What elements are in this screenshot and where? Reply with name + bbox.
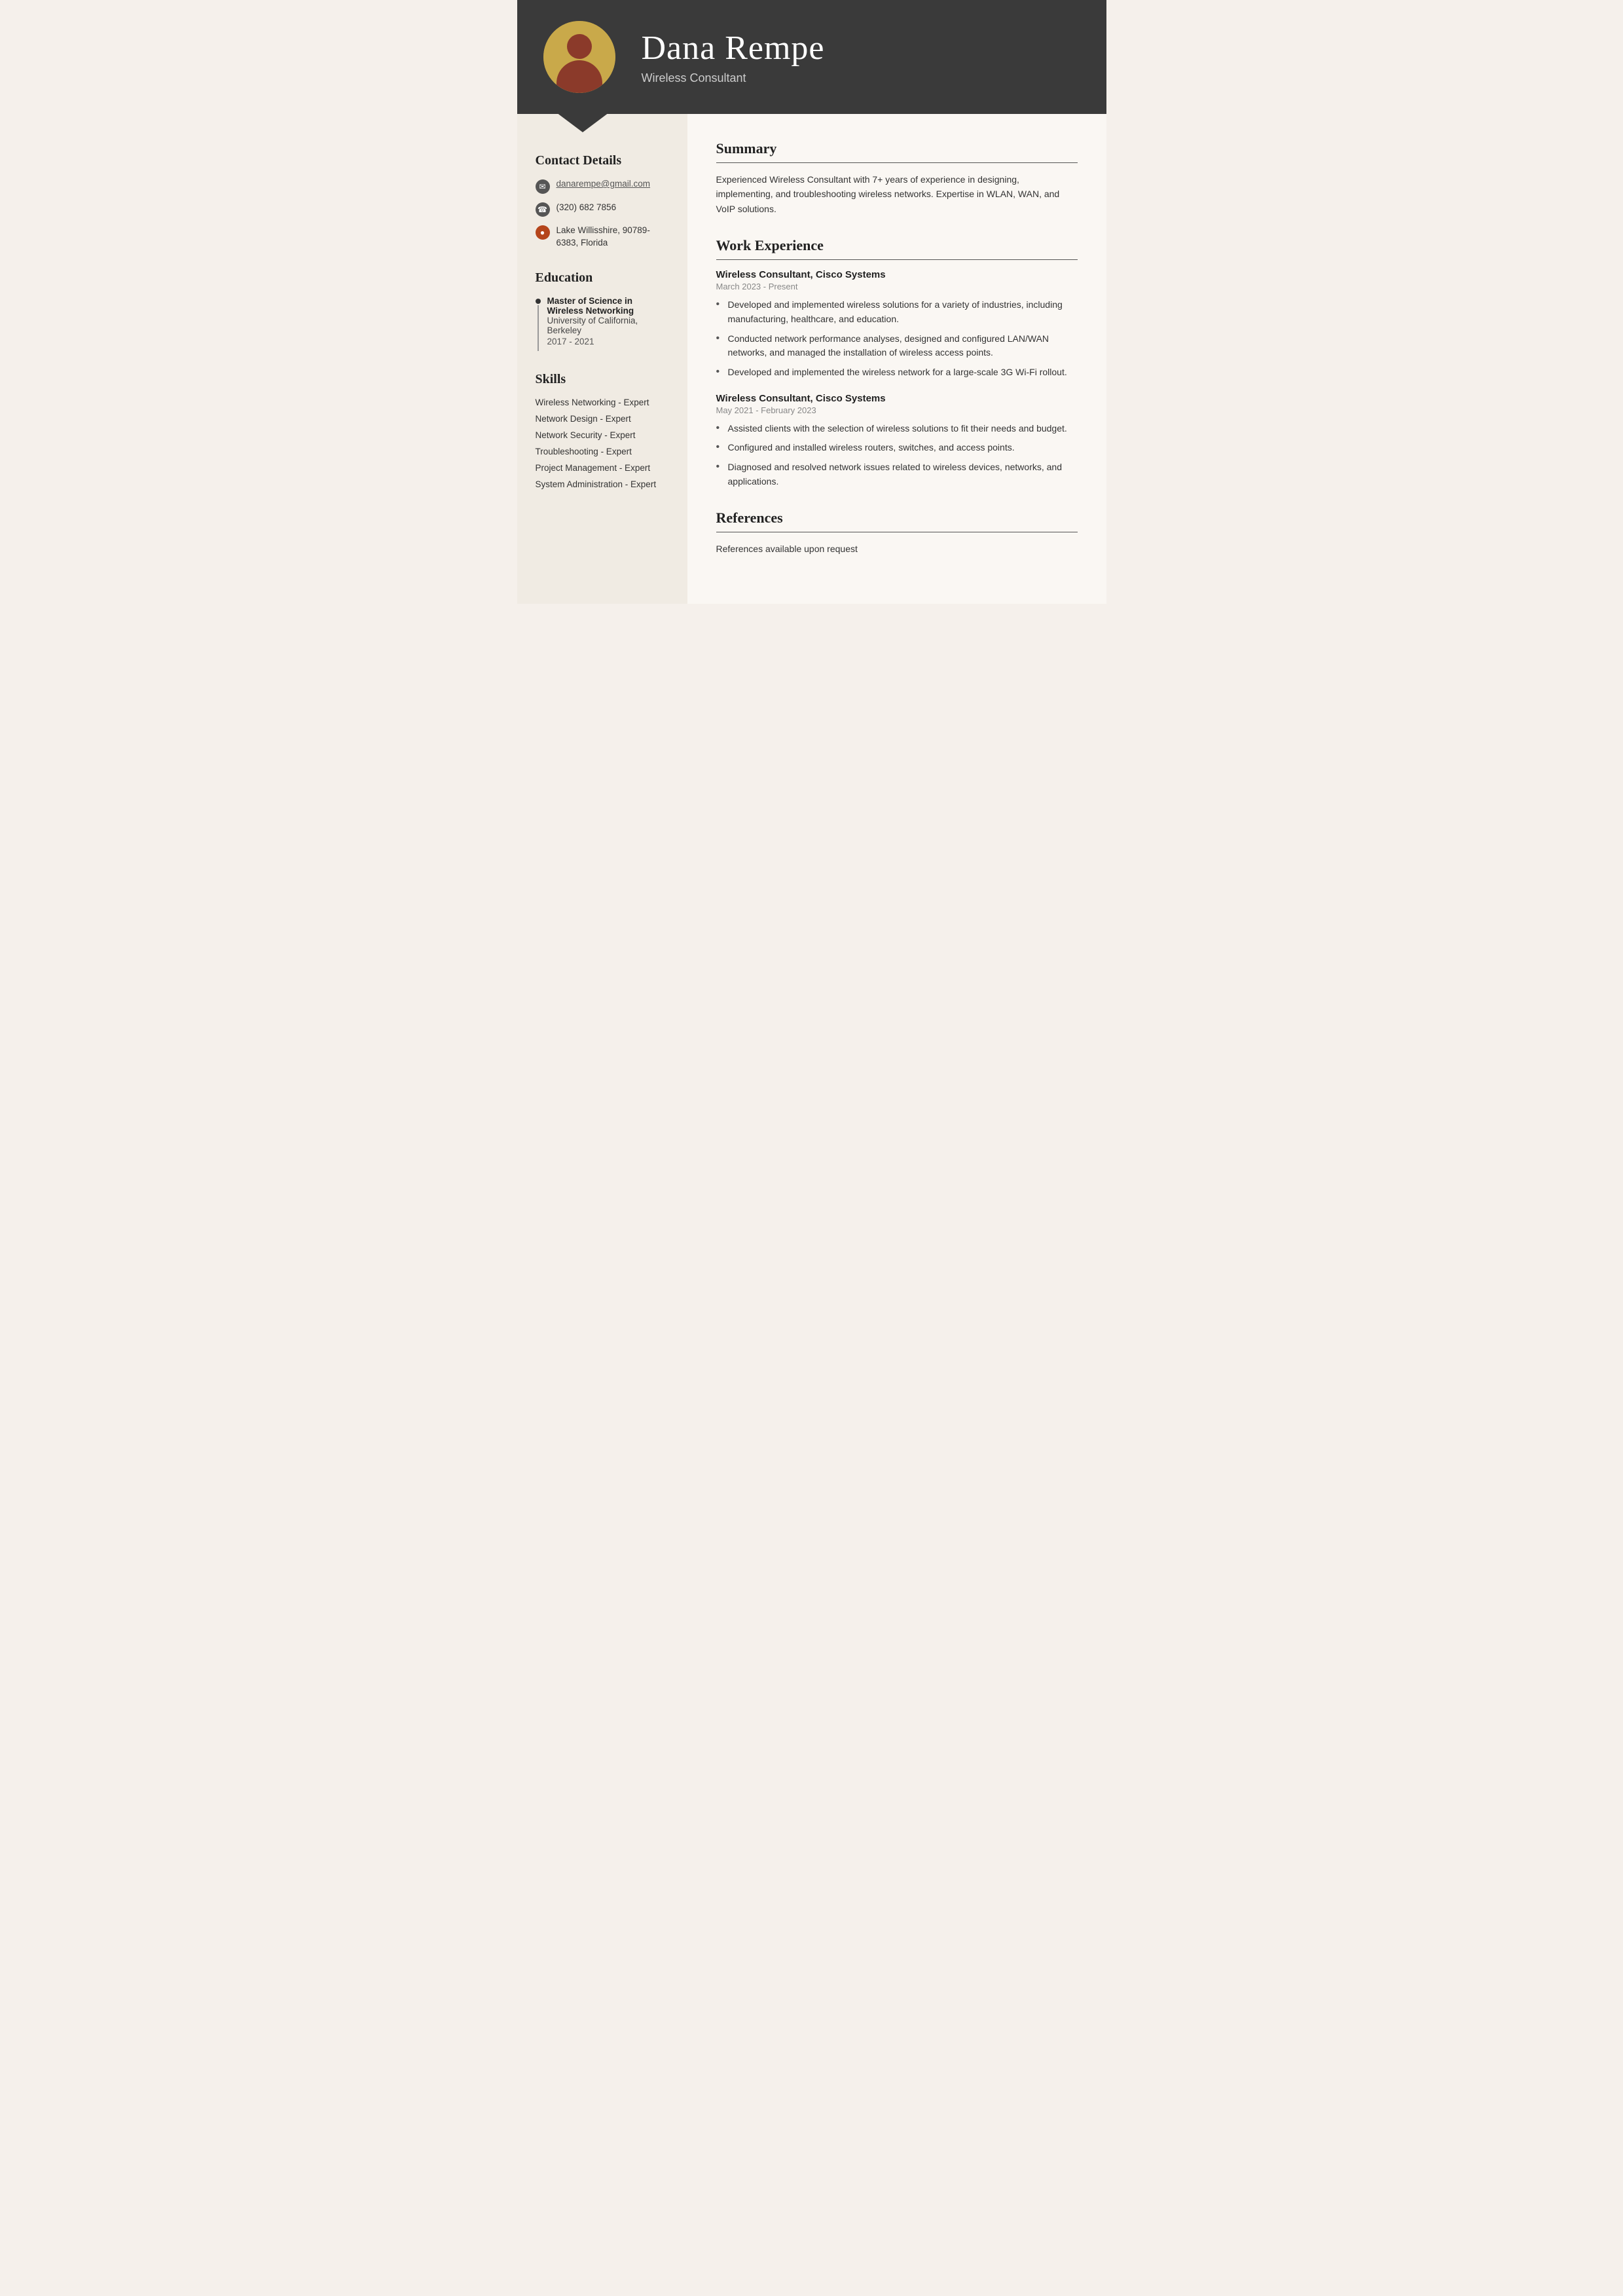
location-item: ● Lake Willisshire, 90789-6383, Florida <box>536 225 669 250</box>
phone-item: ☎ (320) 682 7856 <box>536 202 669 217</box>
edu-dot-line <box>536 296 541 351</box>
summary-text: Experienced Wireless Consultant with 7+ … <box>716 172 1078 216</box>
skill-item: Network Design - Expert <box>536 414 669 424</box>
edu-years: 2017 - 2021 <box>547 337 669 346</box>
header-text: Dana Rempe Wireless Consultant <box>642 29 825 85</box>
location-icon: ● <box>536 225 550 240</box>
edu-line <box>538 305 539 351</box>
job-entry: Wireless Consultant, Cisco Systems March … <box>716 269 1078 379</box>
jobs-list: Wireless Consultant, Cisco Systems March … <box>716 269 1078 489</box>
references-text: References available upon request <box>716 542 1078 556</box>
phone-text: (320) 682 7856 <box>556 202 617 214</box>
skill-item: Troubleshooting - Expert <box>536 447 669 456</box>
job-entry: Wireless Consultant, Cisco SystemsMay 20… <box>716 393 1078 489</box>
phone-icon: ☎ <box>536 202 550 217</box>
edu-degree: Master of Science in Wireless Networking <box>547 296 669 316</box>
references-title: References <box>716 509 1078 532</box>
skills-section-title: Skills <box>536 372 669 387</box>
skills-section: Skills Wireless Networking - Expert Netwo… <box>536 372 669 489</box>
skill-item: System Administration - Expert <box>536 479 669 489</box>
skills-list: Wireless Networking - Expert Network Desi… <box>536 398 669 489</box>
skill-item: Wireless Networking - Expert <box>536 398 669 407</box>
candidate-name: Dana Rempe <box>642 29 825 67</box>
job-bullet: Conducted network performance analyses, … <box>716 332 1078 360</box>
job-date: May 2021 - February 2023 <box>716 405 1078 415</box>
job-bullets: Assisted clients with the selection of w… <box>716 422 1078 489</box>
skill-item: Project Management - Expert <box>536 463 669 473</box>
skill-item: Network Security - Expert <box>536 430 669 440</box>
avatar <box>543 21 615 93</box>
location-text: Lake Willisshire, 90789-6383, Florida <box>556 225 669 250</box>
contact-section: Contact Details ✉ danarempe@gmail.com ☎ … <box>536 153 669 250</box>
email-icon: ✉ <box>536 179 550 194</box>
job-bullet: Developed and implemented the wireless n… <box>716 365 1078 380</box>
work-experience-title: Work Experience <box>716 237 1078 260</box>
job-bullet: Configured and installed wireless router… <box>716 441 1078 455</box>
main-layout: Contact Details ✉ danarempe@gmail.com ☎ … <box>517 114 1106 604</box>
education-section: Education Master of Science in Wireless … <box>536 270 669 351</box>
edu-details: Master of Science in Wireless Networking… <box>547 296 669 351</box>
resume-header: Dana Rempe Wireless Consultant <box>517 0 1106 114</box>
summary-section: Summary Experienced Wireless Consultant … <box>716 140 1078 216</box>
content-area: Summary Experienced Wireless Consultant … <box>687 114 1106 604</box>
chevron-decoration <box>556 113 609 132</box>
job-bullet: Assisted clients with the selection of w… <box>716 422 1078 436</box>
candidate-title: Wireless Consultant <box>642 71 825 85</box>
job-title: Wireless Consultant, Cisco Systems <box>716 393 1078 404</box>
edu-dot <box>536 299 541 304</box>
edu-institution: University of California, Berkeley <box>547 316 669 335</box>
job-bullets: Developed and implemented wireless solut… <box>716 298 1078 379</box>
work-experience-section: Work Experience Wireless Consultant, Cis… <box>716 237 1078 489</box>
education-section-title: Education <box>536 270 669 286</box>
job-date: March 2023 - Present <box>716 282 1078 291</box>
references-section: References References available upon req… <box>716 509 1078 556</box>
job-bullet: Diagnosed and resolved network issues re… <box>716 460 1078 489</box>
job-bullet: Developed and implemented wireless solut… <box>716 298 1078 326</box>
email-item: ✉ danarempe@gmail.com <box>536 179 669 194</box>
summary-title: Summary <box>716 140 1078 163</box>
education-item: Master of Science in Wireless Networking… <box>536 296 669 351</box>
sidebar: Contact Details ✉ danarempe@gmail.com ☎ … <box>517 114 687 604</box>
job-title: Wireless Consultant, Cisco Systems <box>716 269 1078 280</box>
email-link[interactable]: danarempe@gmail.com <box>556 179 651 189</box>
contact-section-title: Contact Details <box>536 153 669 168</box>
